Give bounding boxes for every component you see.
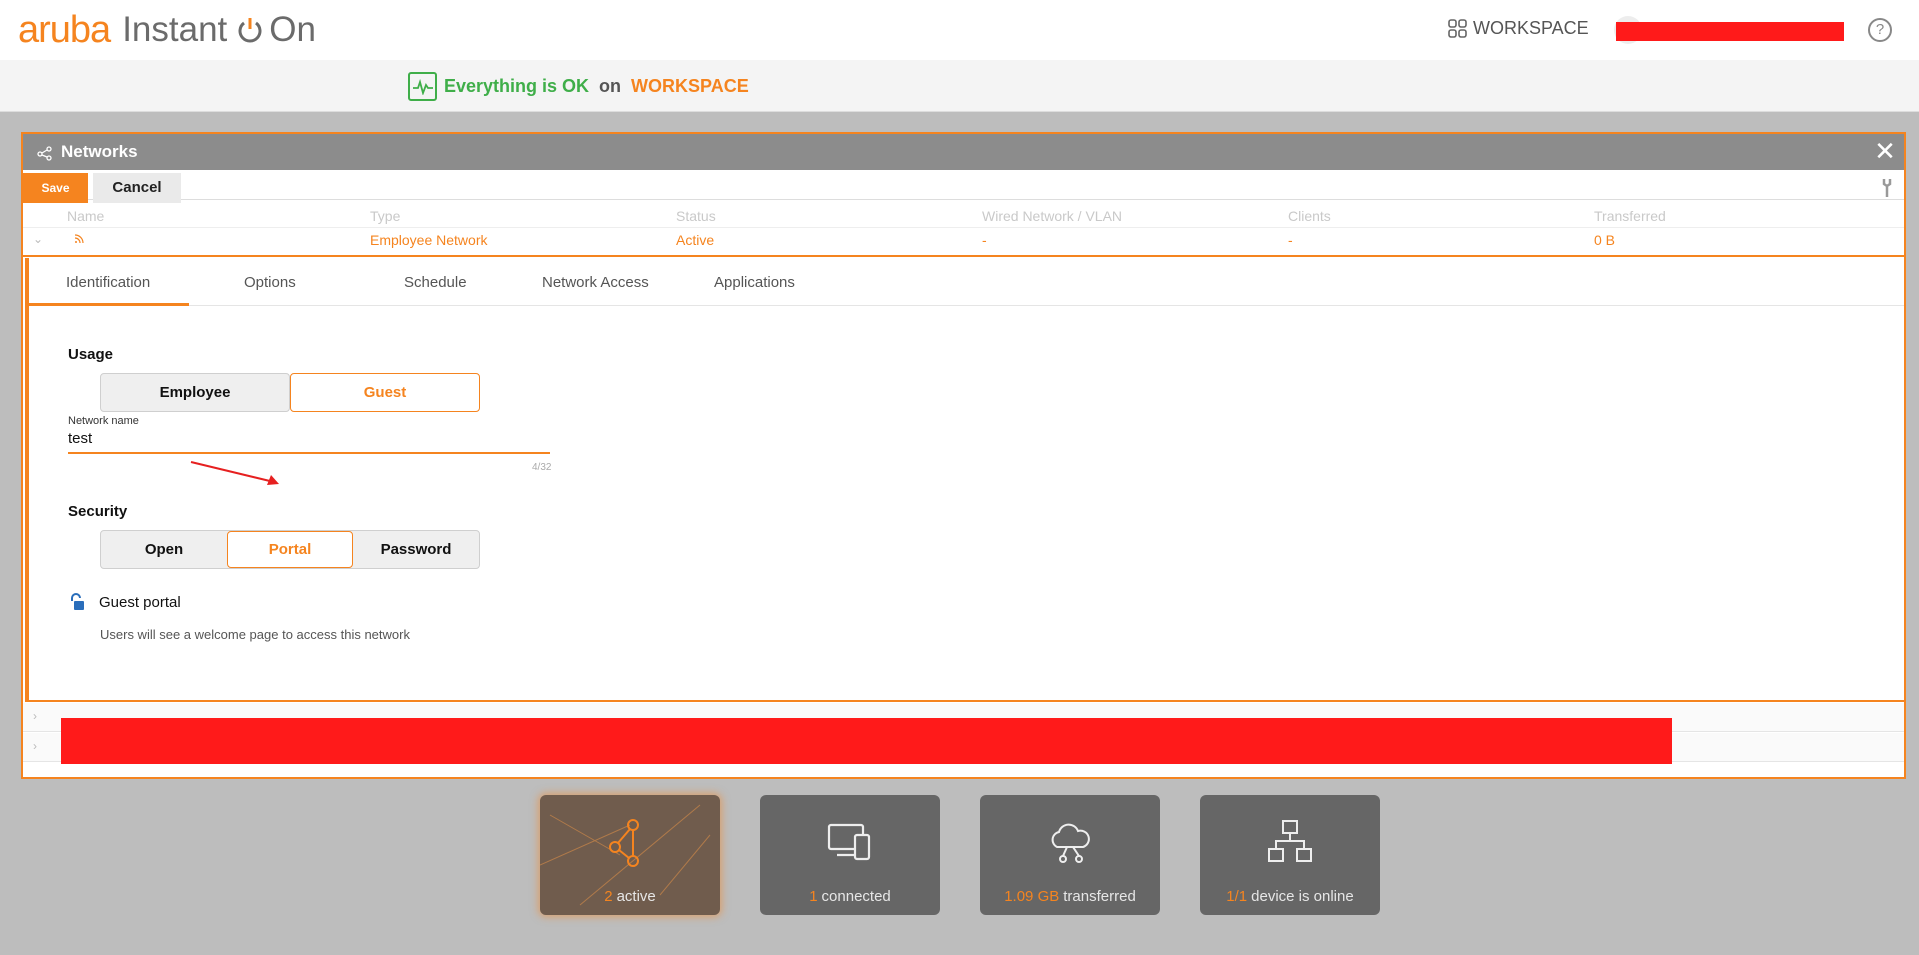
network-topology-icon <box>609 819 639 867</box>
transferred-text: transferred <box>1063 888 1136 905</box>
network-name-counter: 4/32 <box>532 462 552 473</box>
status-workspace-text: WORKSPACE <box>631 76 749 96</box>
clients-tile-caption: 1 connected <box>760 888 940 905</box>
table-header: Name Type Status Wired Network / VLAN Cl… <box>23 204 1904 228</box>
networks-count: 2 <box>604 888 613 905</box>
save-button[interactable]: Save <box>23 173 88 203</box>
chevron-down-icon[interactable]: ⌄ <box>33 232 43 246</box>
help-icon[interactable]: ? <box>1868 18 1892 42</box>
active-tab-indicator <box>29 303 189 306</box>
status-bar: Everything is OK on WORKSPACE <box>0 60 1919 112</box>
device-hierarchy-icon <box>1268 820 1312 862</box>
tab-identification[interactable]: Identification <box>66 274 150 291</box>
usage-label: Usage <box>68 346 114 363</box>
transferred-amount: 1.09 GB <box>1004 888 1060 905</box>
red-arrow-annotation <box>190 461 279 485</box>
usage-employee-option[interactable]: Employee <box>101 374 289 411</box>
unlock-icon <box>71 593 84 610</box>
close-icon[interactable]: ✕ <box>1874 138 1896 164</box>
networks-tile-caption: 2 active <box>540 888 720 905</box>
devices-text: device is online <box>1251 888 1354 905</box>
guest-portal-description: Users will see a welcome page to access … <box>100 627 410 642</box>
row-clients: - <box>1288 232 1293 248</box>
usage-selector: Employee <box>100 373 290 412</box>
col-status[interactable]: Status <box>676 208 716 224</box>
clients-tile[interactable]: 1 connected <box>760 795 940 915</box>
wifi-icon <box>74 234 84 244</box>
cloud-network-icon <box>1051 823 1090 863</box>
logo-on-text: On <box>235 10 316 50</box>
status-on-text: on <box>599 76 622 96</box>
table-row[interactable]: ⌄ Employee Network Active - - 0 B <box>23 228 1904 257</box>
col-type[interactable]: Type <box>370 208 400 224</box>
wrench-icon[interactable] <box>1880 178 1894 198</box>
row-type: Employee Network <box>370 232 488 248</box>
networks-tile[interactable]: 2 active <box>540 795 720 915</box>
usage-guest-wrap: Guest <box>290 373 480 412</box>
modal-header: Networks ✕ <box>23 134 1904 170</box>
detail-tabs: Identification Options Schedule Network … <box>29 258 1904 306</box>
logo-on-word: On <box>269 10 316 49</box>
workspace-label: WORKSPACE <box>1473 18 1589 38</box>
guest-portal-title: Guest portal <box>99 593 181 611</box>
col-vlan[interactable]: Wired Network / VLAN <box>982 208 1122 224</box>
tab-applications[interactable]: Applications <box>714 274 795 291</box>
devices-tile-caption: 1/1 device is online <box>1200 888 1380 905</box>
networks-modal: Networks ✕ Save Cancel Name Type Status … <box>21 132 1906 779</box>
devices-count: 1/1 <box>1226 888 1248 905</box>
network-name-input[interactable]: test <box>68 426 550 454</box>
tab-network-access[interactable]: Network Access <box>542 274 649 291</box>
chevron-right-icon[interactable]: › <box>33 739 37 753</box>
logo-aruba-text: aruba <box>18 8 111 51</box>
devices-tile[interactable]: 1/1 device is online <box>1200 795 1380 915</box>
redacted-network-names <box>61 718 1672 764</box>
usage-tile-caption: 1.09 GB transferred <box>980 888 1160 905</box>
redacted-user-info <box>1616 22 1844 41</box>
row-vlan: - <box>982 232 987 248</box>
col-transferred[interactable]: Transferred <box>1594 208 1666 224</box>
security-open-option[interactable]: Open <box>101 531 227 568</box>
security-portal-option[interactable]: Portal <box>227 531 353 568</box>
security-label: Security <box>68 503 128 520</box>
workspace-grid-icon <box>1448 18 1467 38</box>
modal-title: Networks <box>61 142 138 161</box>
clients-text: connected <box>821 888 891 905</box>
modal-toolbar: Save Cancel <box>23 170 1904 203</box>
network-detail-panel: Identification Options Schedule Network … <box>25 258 1904 702</box>
security-password-option[interactable]: Password <box>353 531 479 568</box>
aruba-instant-on-logo[interactable]: aruba Instant On <box>18 8 316 51</box>
usage-tile[interactable]: 1.09 GB transferred <box>980 795 1160 915</box>
power-icon <box>238 18 262 43</box>
row-status: Active <box>676 232 715 248</box>
row-transferred: 0 B <box>1594 232 1616 248</box>
cancel-button[interactable]: Cancel <box>93 173 181 203</box>
top-header: aruba Instant On WORKSPACE ? <box>0 0 1919 60</box>
usage-guest-option[interactable]: Guest <box>290 373 480 412</box>
networks-icon <box>37 146 52 161</box>
workspace-button[interactable]: WORKSPACE <box>1448 18 1589 39</box>
col-name[interactable]: Name <box>67 208 104 224</box>
networks-text: active <box>616 888 656 905</box>
chevron-right-icon[interactable]: › <box>33 709 37 723</box>
col-clients[interactable]: Clients <box>1288 208 1331 224</box>
tab-options[interactable]: Options <box>244 274 296 291</box>
health-status[interactable]: Everything is OK on WORKSPACE <box>408 72 749 101</box>
guest-portal-row: Guest portal <box>69 593 181 611</box>
heartbeat-icon <box>408 72 437 101</box>
status-ok-text: Everything is OK <box>444 76 590 96</box>
tab-schedule[interactable]: Schedule <box>404 274 467 291</box>
devices-icon <box>827 823 871 861</box>
clients-count: 1 <box>809 888 818 905</box>
logo-instant-text: Instant <box>122 10 228 49</box>
security-selector: Open Portal Password <box>100 530 480 569</box>
